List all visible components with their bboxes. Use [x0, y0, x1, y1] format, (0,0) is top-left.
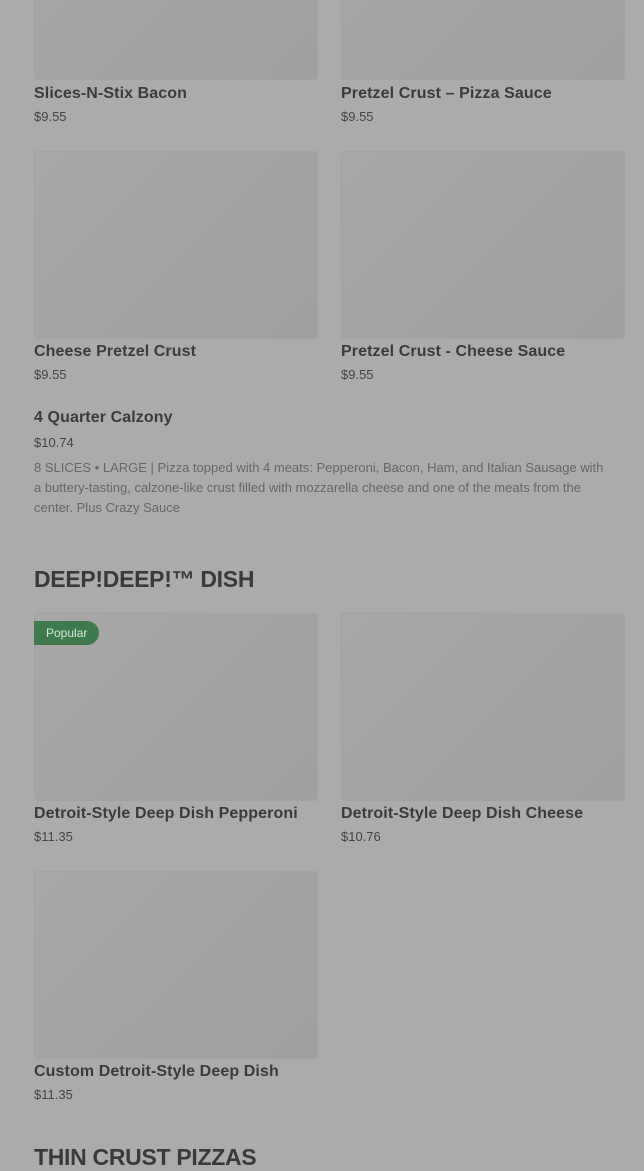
menu-item-title: Detroit-Style Deep Dish Pepperoni — [34, 805, 298, 822]
menu-item-image — [34, 151, 318, 339]
menu-item-price: $9.55 — [34, 109, 67, 124]
menu-item-title: Custom Detroit-Style Deep Dish — [34, 1063, 279, 1080]
menu-item-image — [341, 151, 625, 339]
menu-item-image — [34, 871, 318, 1059]
menu-item-title: Detroit-Style Deep Dish Cheese — [341, 805, 584, 822]
menu-item-price: $9.55 — [341, 367, 374, 382]
menu-item-price: $9.55 — [34, 367, 67, 382]
popular-badge: Popular — [34, 621, 100, 645]
menu-item-price: $9.55 — [341, 109, 374, 124]
menu-item-title: Pretzel Crust – Pizza Sauce — [341, 85, 552, 102]
menu-item-title: Slices-N-Stix Bacon — [34, 85, 188, 102]
menu-item-price: $10.76 — [341, 829, 381, 844]
menu-item-image — [341, 613, 625, 801]
menu-item-price: $11.35 — [34, 829, 73, 844]
menu-item-title: 4 Quarter Calzony — [34, 409, 173, 426]
menu-item-price: $11.35 — [34, 1087, 73, 1102]
menu-item-title: Cheese Pretzel Crust — [34, 343, 197, 360]
section-title-deep-dish: DEEP!DEEP!™ DISH — [34, 566, 255, 592]
menu-item-description: 8 SLICES • LARGE | Pizza topped with 4 m… — [34, 460, 604, 515]
menu-item-image — [341, 0, 625, 80]
menu-item-price: $10.74 — [34, 435, 74, 450]
menu-item-title: Pretzel Crust - Cheese Sauce — [341, 343, 566, 360]
menu-item-image — [34, 0, 318, 80]
